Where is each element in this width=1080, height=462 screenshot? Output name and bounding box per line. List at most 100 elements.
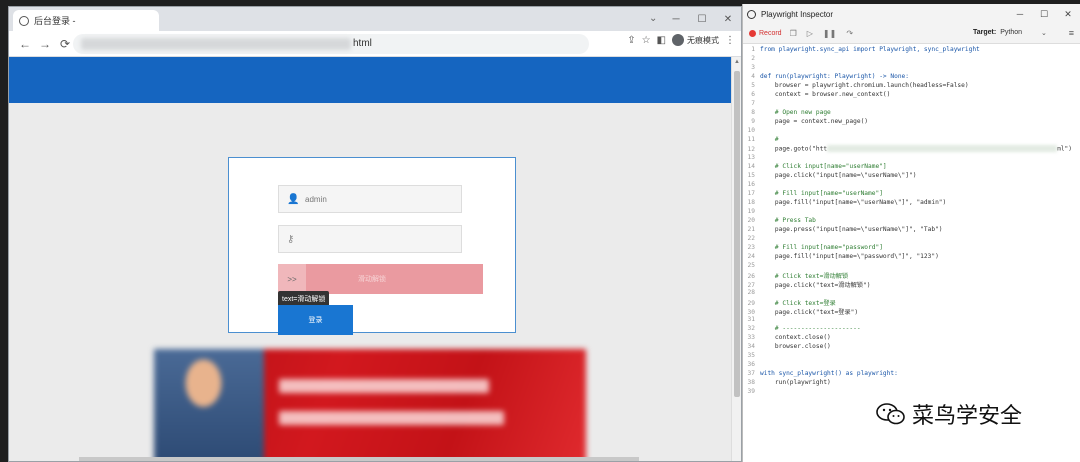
line-number: 29 [747,300,755,307]
code-line: 27 page.click("text=滑动解锁") [743,280,1080,289]
login-button[interactable]: 登录 [278,305,353,335]
copy-icon[interactable]: ❐ [790,29,797,38]
code-line: 5 browser = playwright.chromium.launch(h… [743,82,1080,91]
banner-person-image [154,349,264,461]
code-line: 25 [743,262,1080,271]
code-line: 32 # --------------------- [743,325,1080,334]
line-number: 33 [747,334,755,341]
code-line: 18 page.fill("input[name=\"userName\"]",… [743,199,1080,208]
line-number: 38 [747,379,755,386]
line-number: 6 [751,91,755,98]
window-controls: ─ ☐ ✕ [663,7,741,31]
code-line: 9 page = context.new_page() [743,118,1080,127]
code-text: # --------------------- [760,325,861,332]
code-text: # Press Tab [760,217,816,224]
address-bar[interactable]: html [73,34,589,54]
slider-handle[interactable]: >> [278,264,306,294]
chevron-down-icon[interactable]: ⌄ [1041,29,1047,37]
line-number: 13 [747,154,755,161]
code-text: # Fill input[name="userName"] [760,190,883,197]
line-number: 2 [751,55,755,62]
tab-search-chevron-icon[interactable]: ⌄ [649,13,657,24]
login-panel: 👤 ⚷ >> 滑动解锁 [228,157,516,333]
minimize-button[interactable]: ─ [663,14,689,25]
tab-title: 后台登录 - [34,16,76,26]
code-line: 21 page.press("input[name=\"userName\"]"… [743,226,1080,235]
record-icon[interactable] [749,30,756,37]
code-text: # Click input[name="userName"] [760,163,887,170]
browser-tab[interactable]: 后台登录 - [13,10,159,31]
close-button[interactable]: ✕ [715,14,741,25]
code-text: page.click("input[name=\"userName\"]") [760,172,917,179]
scroll-up-icon[interactable]: ▲ [734,59,740,65]
line-number: 3 [751,64,755,71]
page-viewport: 👤 ⚷ >> 滑动解锁 text=滑动解锁 登录 [9,57,733,461]
hamburger-menu-icon[interactable]: ≡ [1069,28,1074,38]
horizontal-scrollbar[interactable] [79,457,639,461]
forward-button[interactable]: → [35,37,55,51]
line-number: 15 [747,172,755,179]
line-number: 7 [751,100,755,107]
code-line: 36 [743,361,1080,370]
code-text: page = context.new_page() [760,118,869,125]
line-number: 12 [747,145,755,153]
code-line: 24 page.fill("input[name=\"password\"]",… [743,253,1080,262]
inspector-title: Playwright Inspector [761,9,834,19]
promo-banner[interactable] [154,349,586,461]
line-number: 32 [747,325,755,332]
incognito-profile[interactable]: 无痕模式 [672,34,719,46]
code-text: # [760,136,779,143]
browser-toolbar: ← → ⟳ html ⇪ ☆ ◧ 无痕模式 ⋮ [9,31,741,57]
username-field[interactable]: 👤 [278,185,462,213]
code-text: from playwright.sync_api import Playwrig… [760,46,980,53]
line-number: 31 [747,316,755,323]
key-icon: ⚷ [287,233,295,245]
share-icon[interactable]: ⇪ [627,35,635,46]
vertical-scrollbar[interactable]: ▲ [731,57,741,461]
maximize-button[interactable]: ☐ [689,14,715,25]
slide-to-unlock[interactable]: >> 滑动解锁 [278,264,483,294]
minimize-button[interactable]: ─ [1008,9,1032,19]
step-over-icon[interactable]: ↷ [846,29,853,38]
side-panel-icon[interactable]: ◧ [657,35,666,46]
inspector-toolbar: Record ❐ ▷ ❚❚ ↷ Target: Python ⌄ ≡ [743,24,1080,44]
password-field[interactable]: ⚷ [278,225,462,253]
target-selector[interactable]: Target: Python [973,29,1022,36]
watermark: 菜鸟学安全 [876,398,1022,430]
bookmark-star-icon[interactable]: ☆ [642,35,651,46]
record-button[interactable]: Record [759,30,782,37]
more-menu-icon[interactable]: ⋮ [725,35,735,46]
line-number: 28 [747,289,755,296]
line-number: 26 [747,273,755,280]
code-line: 39 [743,388,1080,397]
code-text: page.press("input[name=\"userName\"]", "… [760,226,943,233]
line-number: 10 [747,127,755,134]
maximize-button[interactable]: ☐ [1032,9,1056,20]
code-line: 37 with sync_playwright() as playwright: [743,370,1080,379]
reload-button[interactable]: ⟳ [55,37,75,51]
back-button[interactable]: ← [15,37,35,51]
username-input[interactable] [305,194,445,204]
code-text: context = browser.new_context() [760,91,891,98]
code-line: 26 # Click text=滑动解锁 [743,271,1080,280]
line-number: 36 [747,361,755,368]
line-number: 16 [747,181,755,188]
code-text: # Click text=登录 [760,300,836,307]
resume-icon[interactable]: ▷ [807,29,813,38]
profile-label: 无痕模式 [687,35,719,45]
site-header [9,57,733,103]
line-number: 14 [747,163,755,170]
scroll-thumb[interactable] [734,71,740,397]
password-input[interactable] [305,234,445,244]
line-number: 37 [747,370,755,377]
user-icon: 👤 [287,193,300,205]
close-button[interactable]: ✕ [1056,9,1080,20]
code-line: 7 [743,100,1080,109]
code-line: 22 [743,235,1080,244]
code-text: # Open new page [760,109,831,116]
code-text: def run(playwright: Playwright) -> None: [760,73,910,80]
code-line: 28 [743,289,1080,298]
code-text: context.close() [760,334,831,341]
code-line: 15 page.click("input[name=\"userName\"]"… [743,172,1080,181]
pause-icon[interactable]: ❚❚ [823,29,836,38]
